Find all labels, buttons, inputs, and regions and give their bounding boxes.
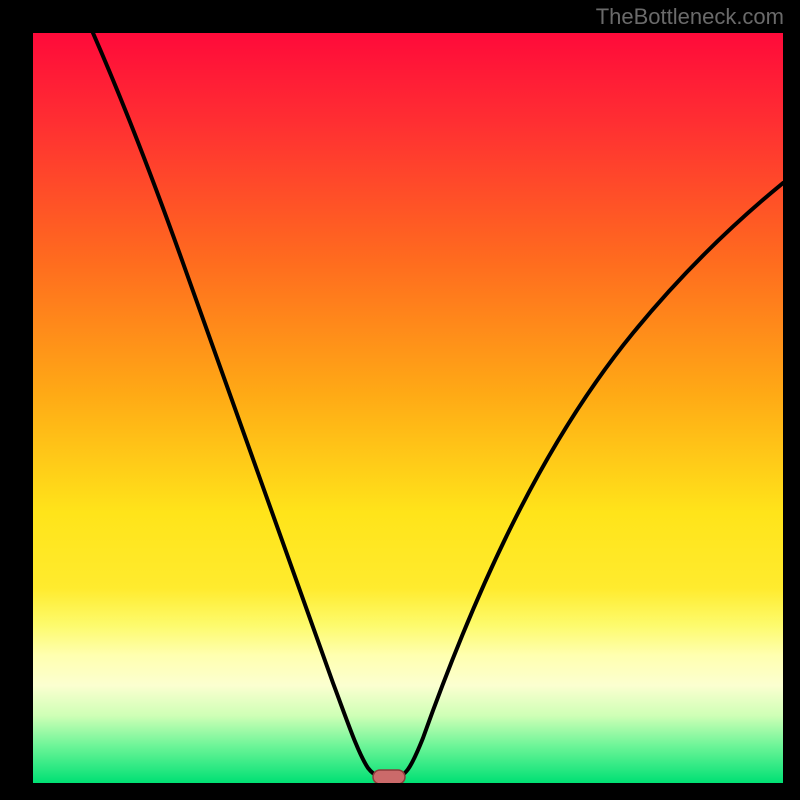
curve-layer — [33, 33, 783, 783]
bottleneck-marker — [373, 770, 405, 783]
bottleneck-curve — [93, 33, 783, 778]
chart-frame: TheBottleneck.com — [0, 0, 800, 800]
plot-area — [33, 33, 783, 783]
watermark-text: TheBottleneck.com — [596, 4, 784, 30]
